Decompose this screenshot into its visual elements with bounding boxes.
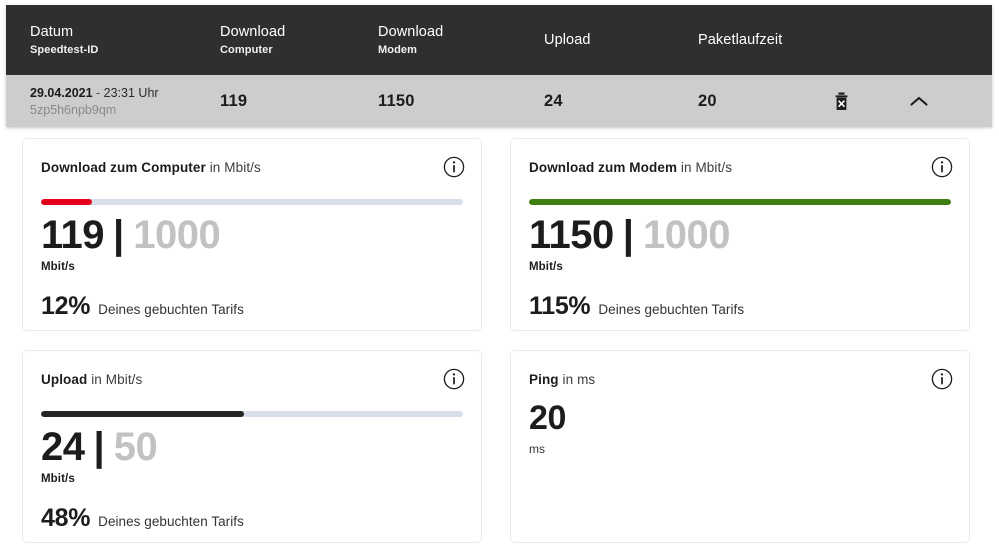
info-icon [443,156,465,178]
percent-line-upload: 48% Deines gebuchten Tarifs [41,504,463,533]
value-ping: 20 [529,399,566,437]
unit-download-modem: Mbit/s [529,261,951,273]
percent-label-download-modem: Deines gebuchten Tarifs [598,302,744,317]
percent-value-upload: 48% [41,504,90,533]
value-line-download-modem: 1150 | 1000 [529,215,951,255]
card-ping-title: Ping in ms [529,371,951,389]
progress-track-download-modem [529,199,951,205]
column-header-upload: Upload [544,31,698,49]
value-separator-download-computer: | [113,215,124,255]
percent-line-download-modem: 115% Deines gebuchten Tarifs [529,292,951,321]
value-line-ping: 20 [529,401,951,435]
cell-upload: 24 [544,92,698,111]
column-header-download-computer-subtitle: Computer [220,42,378,58]
cell-download-modem: 1150 [378,92,544,111]
card-ping-title-unit: in ms [559,372,596,387]
metric-cards-grid: Download zum Computer in Mbit/s 119 | 10… [22,138,970,543]
card-upload-title: Upload in Mbit/s [41,371,463,389]
percent-value-download-computer: 12% [41,292,90,321]
cell-speedtest-id: 5zp5h6npb9qm [30,102,220,118]
column-header-paketlaufzeit-title: Paketlaufzeit [698,31,818,49]
info-button-ping[interactable] [931,368,953,390]
value-separator-download-modem: | [623,215,634,255]
card-download-computer-title: Download zum Computer in Mbit/s [41,159,463,177]
value-line-download-computer: 119 | 1000 [41,215,463,255]
cell-datum: 29.04.2021 - 23:31 Uhr 5zp5h6npb9qm [6,85,220,118]
value-separator-upload: | [94,427,105,467]
info-icon [931,156,953,178]
progress-fill-upload [41,411,244,417]
max-download-modem: 1000 [643,215,730,255]
delete-row-button[interactable] [828,88,854,114]
column-header-paketlaufzeit: Paketlaufzeit [698,31,818,49]
progress-fill-download-modem [529,199,951,205]
cell-download-computer: 119 [220,92,378,111]
value-download-computer: 119 [41,215,104,255]
card-download-computer-title-unit: in Mbit/s [206,160,261,175]
unit-ping: ms [529,442,951,456]
card-download-computer: Download zum Computer in Mbit/s 119 | 10… [22,138,482,331]
speedtest-results-table: Datum Speedtest-ID Download Computer Dow… [6,5,992,127]
column-header-download-computer: Download Computer [220,23,378,58]
unit-download-computer: Mbit/s [41,261,463,273]
cell-datum-datetime: 29.04.2021 - 23:31 Uhr [30,85,220,101]
column-header-download-modem-subtitle: Modem [378,42,544,58]
max-upload: 50 [114,427,158,467]
table-header-row: Datum Speedtest-ID Download Computer Dow… [6,5,992,75]
column-header-download-modem: Download Modem [378,23,544,58]
value-line-upload: 24 | 50 [41,427,463,467]
card-download-modem-title: Download zum Modem in Mbit/s [529,159,951,177]
info-icon [931,368,953,390]
card-download-modem-title-strong: Download zum Modem [529,160,677,175]
column-header-upload-title: Upload [544,31,698,49]
card-download-modem: Download zum Modem in Mbit/s 1150 | 1000… [510,138,970,331]
cell-expand-action [896,88,972,114]
percent-label-upload: Deines gebuchten Tarifs [98,514,244,529]
cell-paketlaufzeit: 20 [698,92,818,111]
card-download-computer-title-strong: Download zum Computer [41,160,206,175]
percent-line-download-computer: 12% Deines gebuchten Tarifs [41,292,463,321]
card-ping: Ping in ms 20 ms [510,350,970,543]
column-header-download-computer-title: Download [220,23,378,41]
percent-label-download-computer: Deines gebuchten Tarifs [98,302,244,317]
info-button-download-computer[interactable] [443,156,465,178]
column-header-datum-subtitle: Speedtest-ID [30,42,220,58]
trash-icon [833,92,850,111]
progress-track-download-computer [41,199,463,205]
cell-delete-action [818,88,896,114]
collapse-row-button[interactable] [906,88,932,114]
table-row[interactable]: 29.04.2021 - 23:31 Uhr 5zp5h6npb9qm 119 … [6,75,992,127]
unit-upload: Mbit/s [41,473,463,485]
card-download-modem-title-unit: in Mbit/s [677,160,732,175]
info-icon [443,368,465,390]
chevron-up-icon [909,95,929,108]
card-upload-title-unit: in Mbit/s [87,372,142,387]
max-download-computer: 1000 [133,215,220,255]
speedtest-result-page: Datum Speedtest-ID Download Computer Dow… [0,0,999,553]
column-header-datum-title: Datum [30,23,220,41]
card-upload: Upload in Mbit/s 24 | 50 Mbit/s 48% Dein… [22,350,482,543]
cell-datum-date: 29.04.2021 [30,86,93,100]
value-upload: 24 [41,427,85,467]
column-header-datum: Datum Speedtest-ID [6,23,220,58]
cell-datum-time: 23:31 Uhr [104,86,159,100]
column-header-download-modem-title: Download [378,23,544,41]
progress-fill-download-computer [41,199,92,205]
progress-track-upload [41,411,463,417]
info-button-upload[interactable] [443,368,465,390]
card-upload-title-strong: Upload [41,372,87,387]
info-button-download-modem[interactable] [931,156,953,178]
percent-value-download-modem: 115% [529,292,590,321]
value-download-modem: 1150 [529,215,614,255]
cell-datum-separator: - [93,86,104,100]
card-ping-title-strong: Ping [529,372,559,387]
